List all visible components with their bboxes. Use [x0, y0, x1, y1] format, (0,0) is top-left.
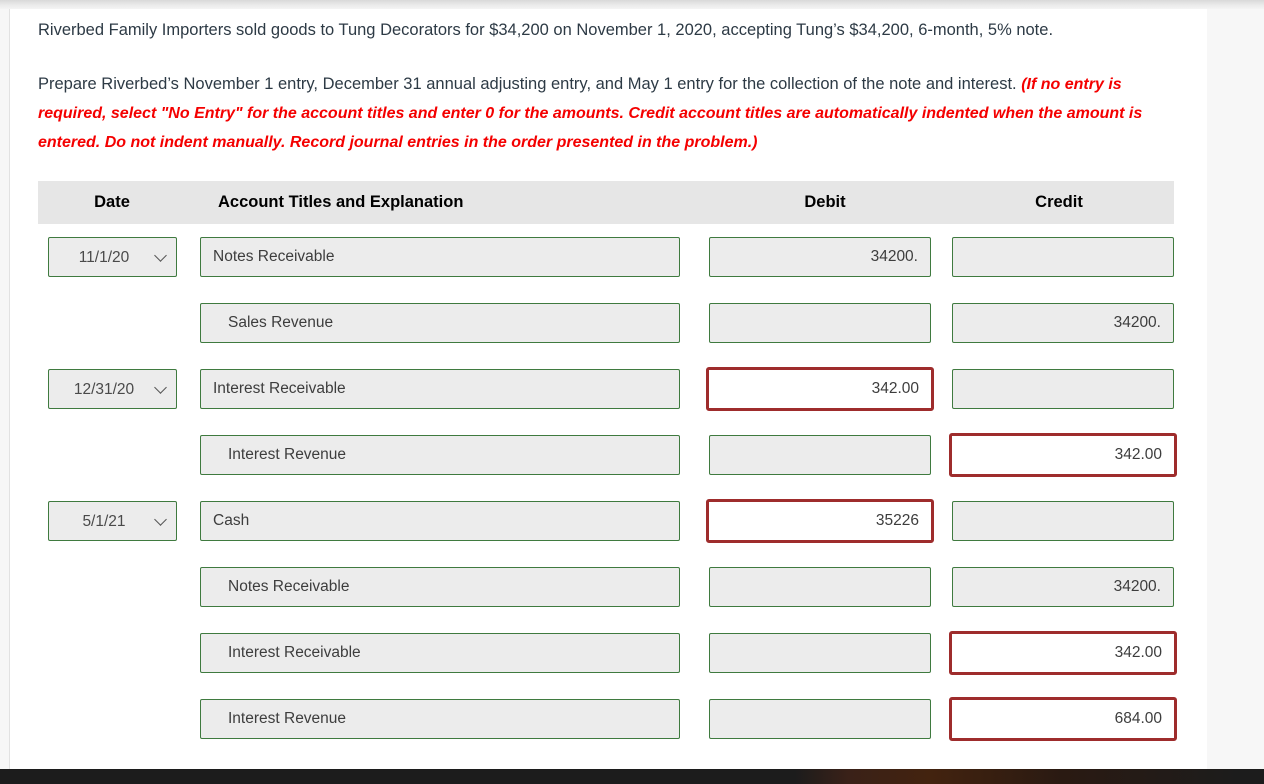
account-title-input-2[interactable] — [200, 369, 680, 409]
table-row — [38, 422, 1177, 488]
account-title-input-5[interactable] — [200, 567, 680, 607]
debit-cell — [706, 303, 944, 343]
date-select-wrapper: 12/31/20 — [47, 369, 177, 409]
date-select-wrapper: 11/1/20 — [47, 237, 177, 277]
debit-cell — [706, 435, 944, 475]
header-date: Date — [94, 193, 130, 211]
debit-input-0[interactable] — [709, 237, 931, 277]
table-row: 12/31/20 — [38, 356, 1174, 422]
account-title-input-4[interactable] — [200, 501, 680, 541]
credit-cell — [944, 433, 1177, 477]
taskbar — [0, 769, 1264, 784]
debit-cell — [706, 567, 944, 607]
credit-cell — [944, 631, 1177, 675]
debit-input-4[interactable] — [706, 499, 934, 543]
credit-input-0[interactable] — [952, 237, 1174, 277]
credit-input-5[interactable] — [952, 567, 1174, 607]
account-title-input-0[interactable] — [200, 237, 680, 277]
debit-input-3[interactable] — [709, 435, 931, 475]
table-row — [38, 620, 1177, 686]
date-select-0[interactable]: 11/1/20 — [47, 237, 177, 277]
credit-input-7[interactable] — [949, 697, 1177, 741]
account-title-cell — [186, 699, 706, 739]
date-select-wrapper: 5/1/21 — [47, 501, 177, 541]
credit-cell — [944, 303, 1174, 343]
account-title-cell — [186, 435, 706, 475]
problem-paragraph-2: Prepare Riverbed’s November 1 entry, Dec… — [10, 44, 1207, 157]
table-row — [38, 686, 1177, 752]
debit-input-6[interactable] — [709, 633, 931, 673]
account-title-cell — [186, 237, 706, 277]
table-row: 5/1/21 — [38, 488, 1174, 554]
account-title-cell — [186, 633, 706, 673]
debit-cell — [706, 237, 944, 277]
date-cell: 11/1/20 — [38, 237, 186, 277]
credit-cell — [944, 567, 1174, 607]
credit-cell — [944, 237, 1174, 277]
account-title-cell — [186, 369, 706, 409]
problem-paragraph-1: Riverbed Family Importers sold goods to … — [38, 21, 1054, 39]
credit-cell — [944, 501, 1174, 541]
debit-cell — [706, 699, 944, 739]
account-title-input-6[interactable] — [200, 633, 680, 673]
credit-input-6[interactable] — [949, 631, 1177, 675]
credit-cell — [944, 369, 1174, 409]
header-debit: Debit — [804, 193, 846, 211]
account-title-cell — [186, 303, 706, 343]
account-title-input-7[interactable] — [200, 699, 680, 739]
problem-instruction-text: Prepare Riverbed’s November 1 entry, Dec… — [38, 75, 1022, 93]
credit-input-2[interactable] — [952, 369, 1174, 409]
debit-input-1[interactable] — [709, 303, 931, 343]
page-root: Riverbed Family Importers sold goods to … — [0, 0, 1264, 784]
header-account: Account Titles and Explanation — [218, 193, 464, 211]
account-title-input-3[interactable] — [200, 435, 680, 475]
account-title-input-1[interactable] — [200, 303, 680, 343]
header-credit: Credit — [1035, 193, 1083, 211]
table-row — [38, 290, 1174, 356]
debit-input-5[interactable] — [709, 567, 931, 607]
date-cell: 12/31/20 — [38, 369, 186, 409]
debit-cell — [706, 367, 944, 411]
assignment-content: Riverbed Family Importers sold goods to … — [9, 9, 1207, 769]
date-cell: 5/1/21 — [38, 501, 186, 541]
account-title-cell — [186, 501, 706, 541]
journal-rows: 11/1/20 12/31/20 5/1/21 — [38, 224, 1177, 752]
credit-cell — [944, 697, 1177, 741]
journal-entry-table: Date Account Titles and Explanation Debi… — [38, 181, 1177, 752]
debit-cell — [706, 499, 944, 543]
account-title-cell — [186, 567, 706, 607]
debit-input-7[interactable] — [709, 699, 931, 739]
debit-cell — [706, 633, 944, 673]
date-select-2[interactable]: 12/31/20 — [47, 369, 177, 409]
browser-top-strip — [0, 0, 1264, 9]
credit-input-4[interactable] — [952, 501, 1174, 541]
credit-input-1[interactable] — [952, 303, 1174, 343]
table-header-row: Date Account Titles and Explanation Debi… — [38, 181, 1174, 224]
debit-input-2[interactable] — [706, 367, 934, 411]
credit-input-3[interactable] — [949, 433, 1177, 477]
taskbar-highlight — [795, 769, 1240, 784]
date-select-4[interactable]: 5/1/21 — [47, 501, 177, 541]
table-row — [38, 554, 1174, 620]
table-row: 11/1/20 — [38, 224, 1174, 290]
